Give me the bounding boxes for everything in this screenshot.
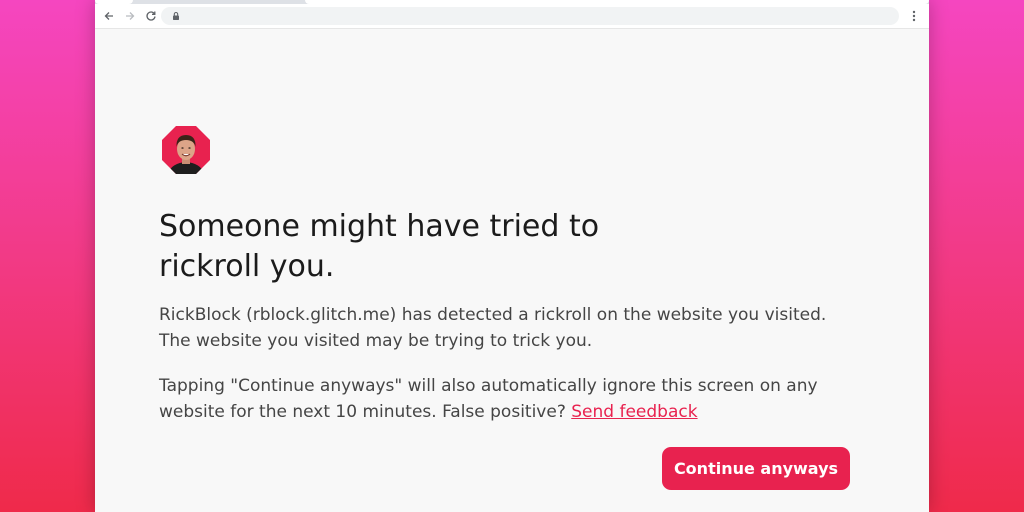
page-title: Someone might have tried to rickroll you… [159, 207, 639, 287]
browser-window: Someone might have tried to rickroll you… [95, 0, 929, 512]
arrow-right-icon [126, 12, 135, 20]
send-feedback-link[interactable]: Send feedback [571, 402, 697, 422]
continue-anyways-button[interactable]: Continue anyways [662, 447, 850, 490]
browser-toolbar [95, 4, 929, 29]
rick-octagon-avatar [162, 126, 210, 174]
forward-button[interactable] [121, 7, 139, 25]
arrow-left-icon [104, 12, 113, 20]
back-button[interactable] [100, 7, 118, 25]
continue-explanation-text: Tapping "Continue anyways" will also aut… [159, 376, 818, 422]
page-title-line-1: Someone might have tried to [159, 209, 600, 244]
reload-button[interactable] [142, 7, 160, 25]
kebab-menu-icon[interactable] [909, 7, 919, 25]
continue-explanation: Tapping "Continue anyways" will also aut… [159, 373, 859, 425]
page-title-line-2: rickroll you. [159, 249, 335, 284]
reload-icon [146, 11, 156, 21]
lock-icon [173, 12, 179, 20]
detection-message: RickBlock (rblock.glitch.me) has detecte… [159, 305, 827, 351]
interstitial-page: Someone might have tried to rickroll you… [95, 29, 929, 512]
address-bar[interactable] [161, 7, 899, 25]
